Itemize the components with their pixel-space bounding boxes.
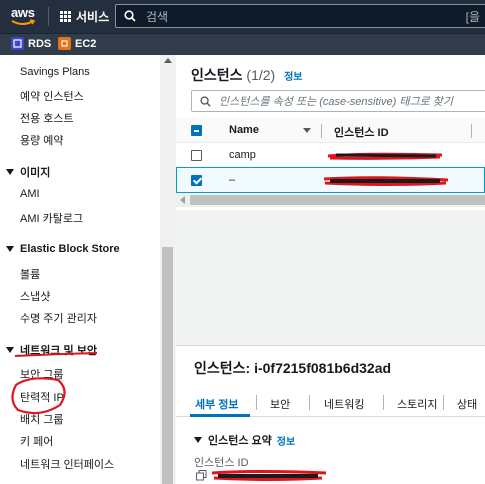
global-search-placeholder: 검색 <box>146 9 169 24</box>
instance-summary-header[interactable]: 인스턴스 요약 정보 <box>194 432 295 448</box>
sidebar-item-savings-plans[interactable]: Savings Plans <box>20 66 90 78</box>
redaction-scribble <box>323 176 449 186</box>
tab-divider <box>256 395 257 410</box>
favorite-ec2[interactable]: EC2 <box>58 37 96 50</box>
select-all-checkbox[interactable] <box>191 125 202 136</box>
instances-title: 인스턴스 (1/2) 정보 <box>191 65 303 85</box>
column-header-instance-id[interactable]: 인스턴스 ID <box>334 124 389 140</box>
top-navigation-bar: aws 서비스 검색 [을 <box>0 0 485 33</box>
table-scrollbar-thumb[interactable] <box>190 195 485 205</box>
tab-storage[interactable]: 스토리지 <box>397 396 437 412</box>
ec2-icon <box>58 37 71 50</box>
caret-down-icon <box>6 246 14 252</box>
instances-title-text: 인스턴스 <box>191 67 243 83</box>
tab-divider <box>383 395 384 410</box>
sort-down-icon[interactable] <box>303 128 311 133</box>
sidebar-item-security-groups[interactable]: 보안 그룹 <box>20 366 64 382</box>
rds-icon <box>11 37 24 50</box>
table-horizontal-scrollbar[interactable] <box>176 193 485 207</box>
caret-down-icon <box>6 169 14 175</box>
aws-smile-icon <box>11 19 36 25</box>
instance-detail-title: 인스턴스: i-0f7215f081b6d32ad <box>194 360 392 376</box>
sidebar-section-network-security[interactable]: 네트워크 및 보안 <box>6 342 97 358</box>
instance-detail-panel: 인스턴스: i-0f7215f081b6d32ad 세부 정보 보안 네트워킹 … <box>176 345 485 484</box>
sidebar-item-ami-catalog[interactable]: AMI 카탈로그 <box>20 210 83 226</box>
column-divider <box>471 124 472 138</box>
scroll-left-icon[interactable] <box>180 196 185 204</box>
sidebar-section-ebs-title: Elastic Block Store <box>20 243 120 255</box>
sidebar-section-network-title: 네트워크 및 보안 <box>20 345 97 357</box>
tab-status[interactable]: 상태 <box>457 396 477 412</box>
detail-tabs: 세부 정보 보안 네트워킹 스토리지 상태 <box>176 389 485 417</box>
column-divider <box>321 124 322 138</box>
tab-divider <box>443 395 444 410</box>
column-header-name[interactable]: Name <box>229 124 259 136</box>
sidebar-scrollbar[interactable] <box>160 55 175 484</box>
aws-logo-text: aws <box>11 5 35 20</box>
tab-networking[interactable]: 네트워킹 <box>324 396 364 412</box>
instance-id-label: 인스턴스 ID <box>194 457 249 469</box>
search-icon <box>200 95 211 107</box>
topbar-divider <box>48 7 49 26</box>
sidebar-item-dedicated-hosts[interactable]: 전용 호스트 <box>20 110 74 126</box>
sidebar-item-volumes[interactable]: 볼륨 <box>20 266 40 282</box>
caret-down-icon <box>194 437 202 443</box>
tab-security[interactable]: 보안 <box>270 396 290 412</box>
favorites-bar: RDS EC2 <box>0 33 485 55</box>
row-checkbox[interactable] <box>191 175 202 186</box>
aws-logo[interactable]: aws <box>11 5 37 27</box>
sidebar-item-lifecycle-manager[interactable]: 수명 주기 관리자 <box>20 310 97 326</box>
instances-filter-placeholder: 인스턴스를 속성 또는 (case-sensitive) 태그로 찾기 <box>219 96 453 108</box>
row-name-cell: camp <box>229 149 256 161</box>
sidebar-item-key-pairs[interactable]: 키 페어 <box>20 433 53 449</box>
active-tab-indicator <box>190 414 250 417</box>
search-shortcut-hint: [을 <box>465 10 480 24</box>
sidebar-section-images-title: 이미지 <box>20 167 51 179</box>
redaction-scribble <box>327 152 443 160</box>
sidebar-item-ami[interactable]: AMI <box>20 188 40 200</box>
instances-info-link[interactable]: 정보 <box>284 72 302 83</box>
grid-icon <box>60 11 71 22</box>
main-content: 인스턴스 (1/2) 정보 인스턴스를 속성 또는 (case-sensitiv… <box>176 55 485 484</box>
tab-divider <box>309 395 310 410</box>
table-row[interactable]: camp <box>176 143 485 169</box>
instances-table-header: Name 인스턴스 ID <box>176 118 485 143</box>
copy-icon[interactable] <box>196 470 207 481</box>
tab-details[interactable]: 세부 정보 <box>195 396 239 412</box>
sidebar-section-images[interactable]: 이미지 <box>6 164 50 180</box>
caret-down-icon <box>6 347 14 353</box>
row-checkbox[interactable] <box>191 150 202 161</box>
sidebar-item-placement-groups[interactable]: 배치 그룹 <box>20 411 64 427</box>
side-navigation: Savings Plans 예약 인스턴스 전용 호스트 용량 예약 이미지 A… <box>0 55 175 484</box>
search-icon <box>124 10 136 22</box>
scroll-up-icon[interactable] <box>164 58 172 63</box>
instances-count: (1/2) <box>246 67 276 83</box>
services-label: 서비스 <box>76 10 110 24</box>
instance-summary-info-link[interactable]: 정보 <box>277 433 295 448</box>
table-row[interactable]: – <box>176 167 485 193</box>
favorite-rds-label: RDS <box>28 37 52 50</box>
sidebar-section-ebs[interactable]: Elastic Block Store <box>6 243 120 255</box>
row-name-cell: – <box>229 174 236 186</box>
services-menu-button[interactable]: 서비스 <box>52 0 117 33</box>
sidebar-item-elastic-ips[interactable]: 탄력적 IP <box>20 389 64 405</box>
sidebar-item-capacity-reservations[interactable]: 용량 예약 <box>20 132 64 148</box>
sidebar-item-network-interfaces[interactable]: 네트워크 인터페이스 <box>20 456 114 472</box>
sidebar-scrollbar-thumb[interactable] <box>162 247 173 484</box>
sidebar-item-snapshots[interactable]: 스냅샷 <box>20 288 50 304</box>
global-search-input[interactable]: 검색 [을 <box>115 4 485 28</box>
instances-panel: 인스턴스 (1/2) 정보 인스턴스를 속성 또는 (case-sensitiv… <box>176 55 485 210</box>
favorite-ec2-label: EC2 <box>75 37 97 50</box>
instances-filter-input[interactable]: 인스턴스를 속성 또는 (case-sensitive) 태그로 찾기 <box>191 90 485 112</box>
redaction-scribble <box>211 470 327 481</box>
favorite-rds[interactable]: RDS <box>11 37 51 50</box>
sidebar-item-reserved-instances[interactable]: 예약 인스턴스 <box>20 88 84 104</box>
instance-summary-title: 인스턴스 요약 <box>208 435 272 447</box>
